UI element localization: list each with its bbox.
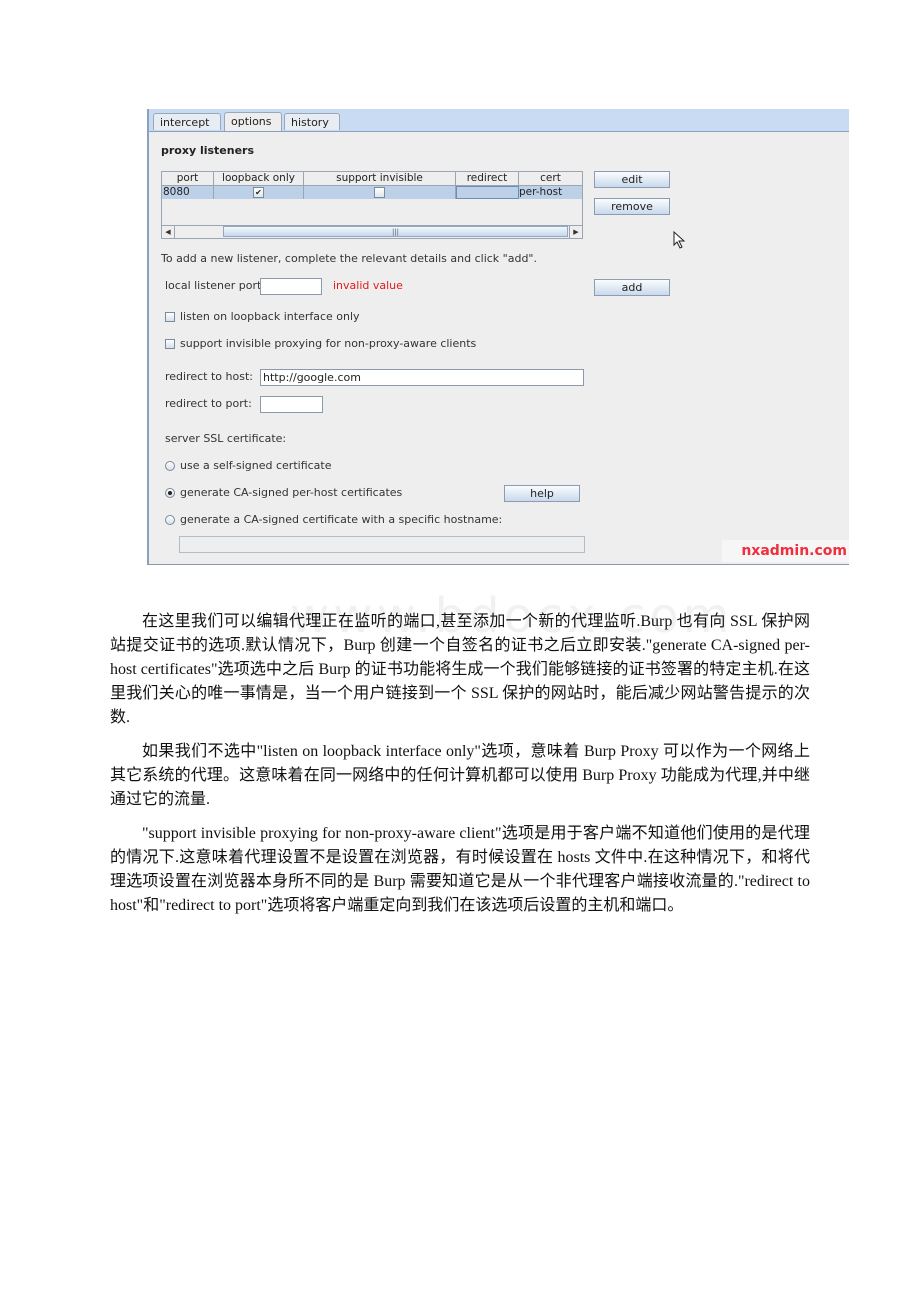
article-body: 在这里我们可以编辑代理正在监听的端口,甚至添加一个新的代理监听.Burp 也有向…	[110, 610, 810, 928]
radio-ca-per-host[interactable]: generate CA-signed per-host certificates	[165, 486, 402, 499]
invisible-proxying-checkbox[interactable]: support invisible proxying for non-proxy…	[165, 337, 476, 350]
table-header: port loopback only support invisible red…	[162, 172, 582, 186]
cell-port[interactable]: 8080	[162, 186, 214, 199]
article-paragraph: 在这里我们可以编辑代理正在监听的端口,甚至添加一个新的代理监听.Burp 也有向…	[110, 613, 810, 726]
local-port-label: local listener port:	[165, 279, 266, 292]
horizontal-scrollbar[interactable]: ◀ ||| ▶	[162, 225, 582, 238]
checkbox-box[interactable]	[165, 311, 175, 322]
radio-button[interactable]	[165, 514, 175, 525]
radio-specific-hostname[interactable]: generate a CA-signed certificate with a …	[165, 513, 502, 526]
radio-self-signed[interactable]: use a self-signed certificate	[165, 459, 332, 472]
radio-button[interactable]	[165, 460, 175, 471]
burp-proxy-options-screenshot: intercept options history proxy listener…	[147, 109, 849, 565]
listeners-table: port loopback only support invisible red…	[161, 171, 583, 239]
cell-cert[interactable]: per-host	[519, 186, 582, 199]
cell-loopback[interactable]: ✔	[214, 186, 304, 199]
section-title: proxy listeners	[161, 144, 255, 157]
tab-intercept[interactable]: intercept	[153, 113, 221, 130]
redirect-port-input[interactable]	[260, 396, 323, 413]
tab-bar: intercept options history	[149, 109, 849, 132]
radio-label: generate a CA-signed certificate with a …	[180, 513, 503, 526]
column-header-invisible[interactable]: support invisible	[304, 172, 456, 185]
column-header-cert[interactable]: cert	[519, 172, 582, 185]
checkbox-box[interactable]	[165, 338, 175, 349]
article-paragraph: 如果我们不选中"listen on loopback interface onl…	[110, 743, 810, 808]
loopback-checkbox[interactable]: ✔	[253, 187, 264, 198]
edit-button[interactable]: edit	[594, 171, 670, 188]
column-header-port[interactable]: port	[162, 172, 214, 185]
scroll-right-icon[interactable]: ▶	[569, 226, 582, 238]
redirect-host-input[interactable]	[260, 369, 584, 386]
help-button[interactable]: help	[504, 485, 580, 502]
add-listener-hint: To add a new listener, complete the rele…	[161, 252, 537, 265]
checkbox-label: listen on loopback interface only	[180, 310, 360, 323]
column-header-loopback[interactable]: loopback only	[214, 172, 304, 185]
cell-redirect[interactable]	[456, 186, 519, 199]
scroll-left-icon[interactable]: ◀	[162, 226, 175, 238]
radio-label: use a self-signed certificate	[180, 459, 332, 472]
cell-invisible[interactable]	[304, 186, 456, 199]
radio-label: generate CA-signed per-host certificates	[180, 486, 403, 499]
specific-hostname-input[interactable]	[179, 536, 585, 553]
tab-options[interactable]: options	[224, 112, 282, 131]
column-header-redirect[interactable]: redirect	[456, 172, 519, 185]
ssl-certificate-label: server SSL certificate:	[165, 432, 287, 445]
tab-history[interactable]: history	[284, 113, 340, 130]
redirect-port-label: redirect to port:	[165, 397, 252, 410]
checkbox-label: support invisible proxying for non-proxy…	[180, 337, 477, 350]
local-port-input[interactable]	[260, 278, 322, 295]
scroll-thumb[interactable]: |||	[223, 226, 568, 237]
loopback-only-checkbox[interactable]: listen on loopback interface only	[165, 310, 360, 323]
nxadmin-badge: nxadmin.com	[722, 540, 849, 562]
mouse-pointer-icon	[673, 231, 686, 249]
table-row[interactable]: 8080 ✔ per-host	[162, 186, 582, 199]
remove-button[interactable]: remove	[594, 198, 670, 215]
radio-button[interactable]	[165, 487, 175, 498]
add-button[interactable]: add	[594, 279, 670, 296]
invalid-value-error: invalid value	[333, 279, 403, 292]
invisible-checkbox[interactable]	[374, 187, 385, 198]
article-paragraph: "support invisible proxying for non-prox…	[110, 825, 810, 914]
redirect-host-label: redirect to host:	[165, 370, 253, 383]
